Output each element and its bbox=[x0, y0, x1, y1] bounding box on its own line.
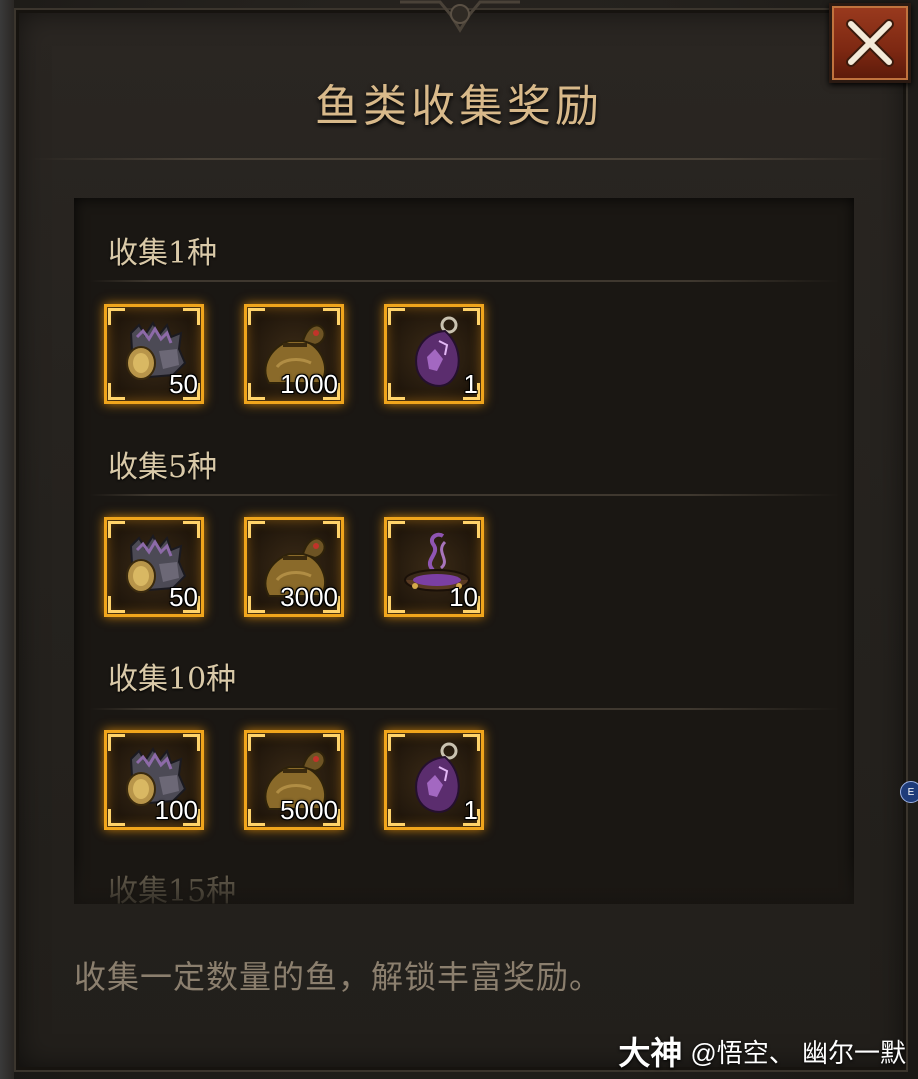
reward-slot[interactable]: 5000 bbox=[244, 730, 344, 830]
title-divider bbox=[30, 158, 888, 160]
reward-quantity: 3000 bbox=[280, 582, 338, 612]
reward-slot[interactable]: 1000 bbox=[244, 304, 344, 404]
close-x-icon bbox=[846, 19, 894, 67]
reward-slot[interactable]: 50 bbox=[104, 304, 204, 404]
close-button[interactable] bbox=[829, 3, 911, 83]
tier-divider bbox=[90, 708, 840, 710]
reward-slot[interactable]: 1 bbox=[384, 730, 484, 830]
tier-label: 收集10种 bbox=[108, 662, 237, 697]
watermark: 大神 @悟空、 幽尔一默 bbox=[618, 1028, 906, 1074]
reward-quantity: 10 bbox=[449, 582, 478, 612]
top-ornament-icon bbox=[400, 0, 520, 40]
reward-slot[interactable]: 3000 bbox=[244, 517, 344, 617]
reward-quantity: 5000 bbox=[280, 795, 338, 825]
footer-description: 收集一定数量的鱼，解锁丰富奖励。 bbox=[74, 958, 603, 996]
watermark-user: @悟空、 幽尔一默 bbox=[690, 1037, 906, 1068]
tier-label: 收集15种 bbox=[108, 874, 237, 904]
watermark-logo: 大神 bbox=[618, 1034, 683, 1072]
reward-quantity: 50 bbox=[169, 369, 198, 399]
reward-quantity: 100 bbox=[154, 795, 198, 825]
tier-label: 收集5种 bbox=[108, 450, 218, 485]
reward-quantity: 1000 bbox=[280, 369, 338, 399]
reward-slot[interactable]: 1 bbox=[384, 304, 484, 404]
reward-quantity: 1 bbox=[463, 369, 478, 399]
reward-quantity: 50 bbox=[169, 582, 198, 612]
left-edge-strip bbox=[0, 0, 14, 1079]
tier-label: 收集1种 bbox=[108, 236, 218, 271]
reward-slot[interactable]: 50 bbox=[104, 517, 204, 617]
reward-quantity: 1 bbox=[463, 795, 478, 825]
tier-divider bbox=[90, 494, 840, 496]
panel-title: 鱼类收集奖励 bbox=[315, 81, 603, 132]
tier-divider bbox=[90, 280, 840, 282]
side-badge-icon[interactable]: E bbox=[900, 781, 918, 803]
reward-tier-list[interactable]: 收集1种 50 1000 1 收集5种 50 3000 10 收集10种 100… bbox=[74, 198, 854, 904]
reward-slot[interactable]: 100 bbox=[104, 730, 204, 830]
reward-slot[interactable]: 10 bbox=[384, 517, 484, 617]
